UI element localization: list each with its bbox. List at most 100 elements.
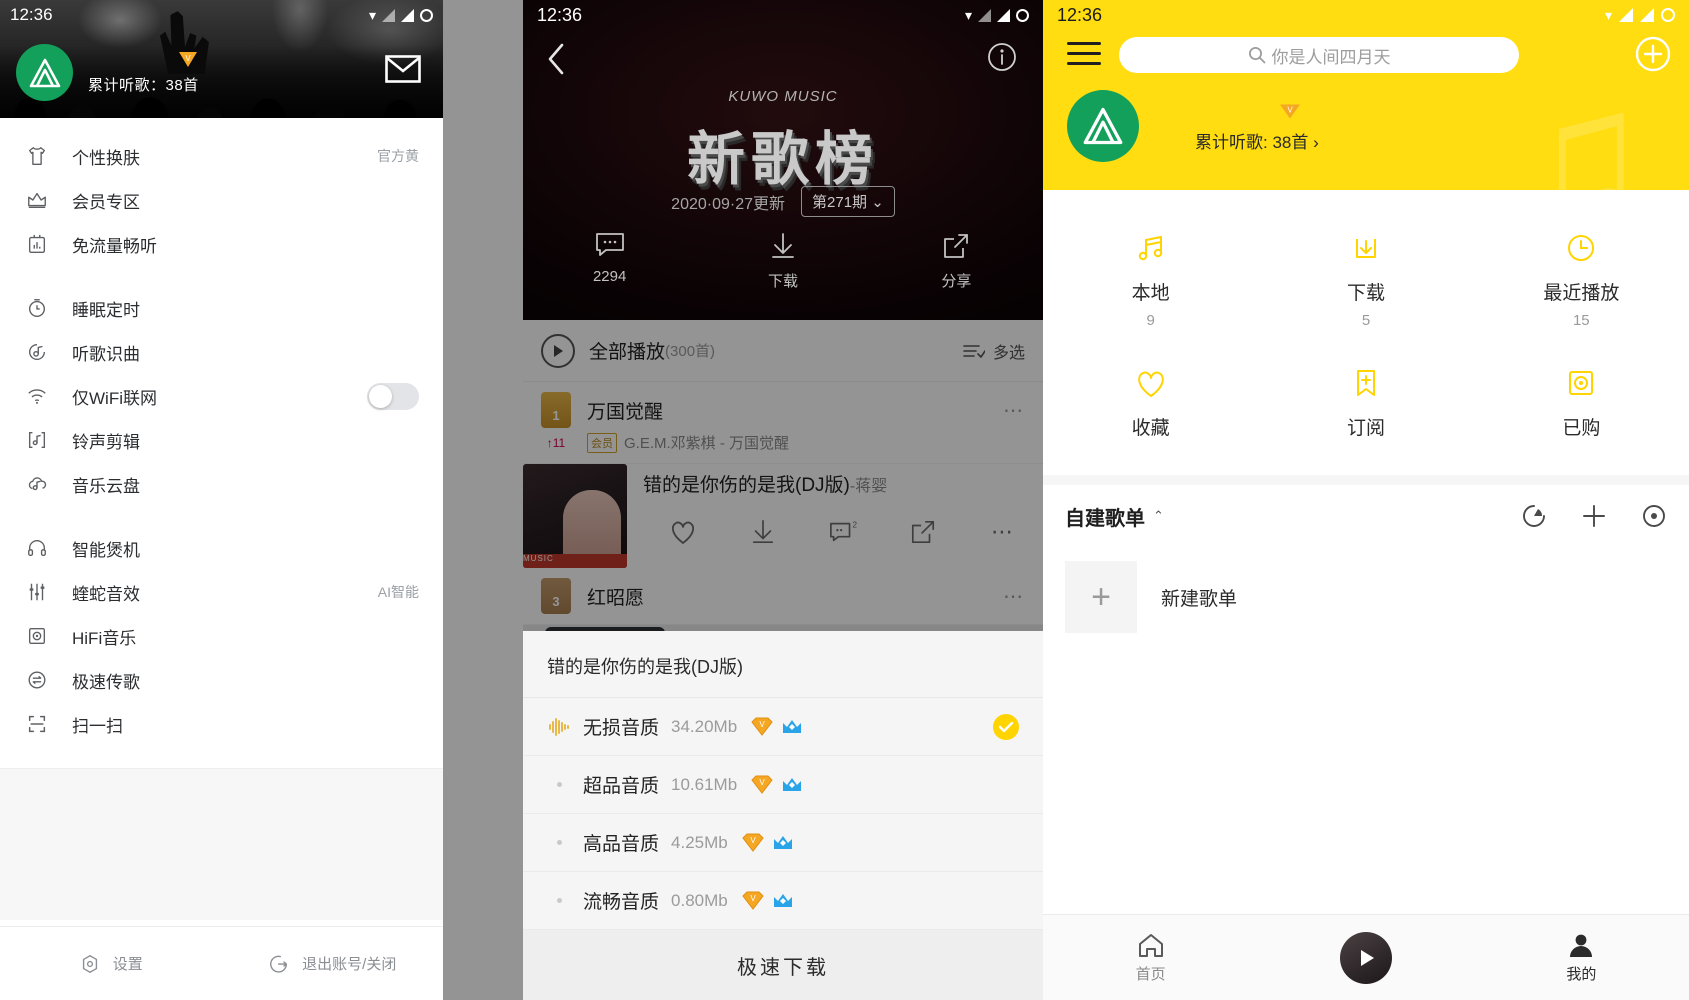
vip-diamond-icon: V	[742, 891, 764, 910]
sidebar-item-label: HiFi音乐	[72, 628, 137, 648]
logout-icon	[270, 955, 288, 973]
quick-entry-local[interactable]: 本地 9	[1043, 212, 1258, 347]
wifi-icon: ▾	[1604, 6, 1612, 23]
fast-download-button[interactable]: 极速下载	[523, 930, 1043, 1000]
clock-icon	[1564, 228, 1598, 268]
svg-text:V: V	[760, 720, 766, 729]
sync-icon[interactable]	[1521, 503, 1547, 529]
sidebar-item-hifi[interactable]: HiFi音乐	[0, 614, 443, 658]
quality-name: 超品音质	[583, 776, 660, 797]
comment-button[interactable]: 2294	[523, 232, 696, 291]
update-date: 2020·09·27更新	[671, 195, 786, 213]
mine-header: ♫ 12:36 ▾ 你是人间四月天 V 累计听歌: 38首 ›	[1043, 0, 1689, 190]
sidebar-item-label: 睡眠定时	[72, 300, 140, 320]
mail-button[interactable]	[385, 55, 421, 83]
status-time: 12:36	[537, 4, 583, 25]
svg-text:V: V	[1287, 106, 1293, 115]
avatar[interactable]	[1067, 90, 1139, 162]
menu-group-divider	[0, 266, 443, 286]
sidebar-item-label: 蝰蛇音效	[72, 584, 140, 604]
sidebar-item-sleep-timer[interactable]: 睡眠定时	[0, 286, 443, 330]
sidebar-item-skin[interactable]: 个性换肤 官方黄	[0, 134, 443, 178]
sidebar-item-recognize[interactable]: 听歌识曲	[0, 330, 443, 374]
listen-count-label[interactable]: 累计听歌: 38首 ›	[1195, 128, 1319, 153]
target-icon[interactable]	[1641, 503, 1667, 529]
tshirt-icon	[24, 143, 50, 169]
sidebar-item-burn-in[interactable]: 智能煲机	[0, 526, 443, 570]
back-button[interactable]	[545, 42, 567, 76]
sidebar-item-ringtone[interactable]: 铃声剪辑	[0, 418, 443, 462]
quality-name: 高品音质	[583, 834, 660, 855]
status-bar: 12:36 ▾	[523, 0, 1043, 30]
quick-entry-grid: 本地 9 下载 5 最近播放 15 收藏 订阅 已购	[1043, 190, 1689, 475]
waveform-icon	[547, 717, 571, 737]
share-button[interactable]: 分享	[870, 232, 1043, 291]
search-input[interactable]: 你是人间四月天	[1119, 37, 1519, 73]
wifi-only-toggle[interactable]	[367, 382, 419, 410]
comment-count: 2294	[592, 268, 627, 285]
quick-entry-download[interactable]: 下载 5	[1258, 212, 1473, 347]
headphone-icon	[24, 535, 50, 561]
signal-icon-1	[978, 8, 991, 22]
status-icons: ▾	[965, 7, 1029, 24]
plus-icon: +	[1065, 561, 1137, 633]
chevron-left-icon	[548, 43, 564, 75]
new-playlist-row[interactable]: + 新建歌单	[1043, 547, 1689, 647]
logout-button[interactable]: 退出账号/关闭	[222, 953, 444, 975]
sidebar-item-vip[interactable]: 会员专区	[0, 178, 443, 222]
add-icon[interactable]	[1581, 503, 1607, 529]
quality-option-row[interactable]: 流畅音质 0.80Mb V	[523, 872, 1043, 930]
ringtone-icon	[24, 427, 50, 453]
sidebar-item-transfer[interactable]: 极速传歌	[0, 658, 443, 702]
vip-diamond-icon: V	[751, 775, 773, 794]
player-disc-icon	[1339, 931, 1392, 984]
info-button[interactable]	[987, 42, 1017, 72]
vip-badge-icon: V	[179, 52, 197, 67]
sidebar-item-cloud[interactable]: 音乐云盘	[0, 462, 443, 506]
quick-entry-recent[interactable]: 最近播放 15	[1474, 212, 1689, 347]
sidebar-item-free-data[interactable]: 免流量畅听	[0, 222, 443, 266]
settings-button[interactable]: 设置	[0, 953, 222, 975]
signal-icon-2	[997, 8, 1010, 22]
ranking-meta: 2020·09·27更新 第271期 ⌄	[523, 186, 1043, 217]
signal-icon-1	[1619, 8, 1633, 22]
menu-icon[interactable]	[1067, 42, 1101, 65]
quality-size: 34.20Mb	[671, 716, 738, 736]
music-recognize-icon	[24, 339, 50, 365]
sidebar-item-label: 仅WiFi联网	[72, 388, 157, 408]
tab-home[interactable]: 首页	[1043, 932, 1258, 984]
download-icon	[772, 233, 794, 258]
tab-mine[interactable]: 我的	[1474, 932, 1689, 984]
quality-option-row[interactable]: 无损音质 34.20Mb V	[523, 698, 1043, 756]
quick-entry-subscribe[interactable]: 订阅	[1258, 347, 1473, 465]
download-button[interactable]: 下载	[696, 232, 869, 291]
quality-name: 流畅音质	[583, 892, 660, 913]
chart-bag-icon	[24, 231, 50, 257]
mail-icon	[385, 55, 421, 83]
sidebar-item-scan[interactable]: 扫一扫	[0, 702, 443, 746]
home-icon	[1138, 933, 1163, 957]
quality-option-row[interactable]: 超品音质 10.61Mb V	[523, 756, 1043, 814]
add-button[interactable]	[1635, 36, 1671, 72]
quick-entry-label: 本地	[1131, 283, 1170, 304]
chevron-up-icon[interactable]: ⌃	[1153, 508, 1164, 524]
sidebar-item-viper-fx[interactable]: 蝰蛇音效 AI智能	[0, 570, 443, 614]
tab-player[interactable]	[1258, 931, 1473, 984]
three-screenshot-strip: 12:36 ▾ V 累计听歌：38首 个性换肤 官方黄 会员专区 免流量畅听 睡…	[0, 0, 1689, 1000]
sidebar-item-value: 官方黄	[377, 148, 419, 164]
avatar[interactable]	[16, 44, 73, 101]
quick-entry-favorites[interactable]: 收藏	[1043, 347, 1258, 465]
quality-option-row[interactable]: 高品音质 4.25Mb V	[523, 814, 1043, 872]
vip-diamond-icon: V	[751, 717, 773, 736]
plus-circle-icon	[1635, 36, 1671, 72]
quick-entry-purchased[interactable]: 已购	[1474, 347, 1689, 465]
wifi-icon	[24, 383, 50, 409]
sidebar-item-wifi-only[interactable]: 仅WiFi联网	[0, 374, 443, 418]
battery-icon	[1661, 8, 1675, 22]
quick-entry-label: 最近播放	[1543, 283, 1620, 304]
brand-label: KUWO MUSIC	[728, 88, 838, 105]
bottom-tab-bar: 首页 我的	[1043, 914, 1689, 1000]
issue-selector[interactable]: 第271期 ⌄	[801, 186, 895, 217]
quick-entry-label: 下载	[1346, 283, 1385, 304]
download-box-icon	[1349, 228, 1383, 268]
